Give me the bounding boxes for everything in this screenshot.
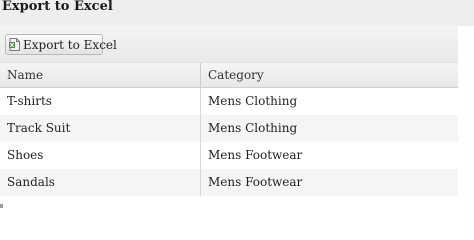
scrollbar-edge[interactable]: [0, 204, 3, 208]
toolbar: Export to Excel: [0, 26, 458, 64]
export-button-label: Export to Excel: [23, 38, 117, 52]
page-title: Export to Excel: [2, 0, 113, 14]
cell-name: Shoes: [0, 142, 201, 169]
column-header-name[interactable]: Name: [0, 63, 201, 87]
table-row[interactable]: T-shirts Mens Clothing: [0, 88, 458, 115]
cell-category: Mens Clothing: [208, 94, 298, 108]
data-grid: Name Category T-shirts Mens Clothing Tra…: [0, 62, 458, 196]
cell-category: Mens Footwear: [208, 148, 303, 162]
table-row[interactable]: Sandals Mens Footwear: [0, 169, 458, 196]
title-bar: Export to Excel: [0, 0, 474, 26]
grid-header-row: Name Category: [0, 62, 458, 88]
cell-name: Sandals: [0, 169, 201, 196]
excel-file-icon: [9, 38, 20, 51]
cell-category: Mens Clothing: [208, 121, 298, 135]
table-row[interactable]: Track Suit Mens Clothing: [0, 115, 458, 142]
export-to-excel-button[interactable]: Export to Excel: [5, 34, 117, 55]
column-header-category[interactable]: Category: [201, 63, 458, 87]
cell-category: Mens Footwear: [208, 175, 303, 189]
cell-name: T-shirts: [0, 88, 201, 115]
table-row[interactable]: Shoes Mens Footwear: [0, 142, 458, 169]
cell-name: Track Suit: [0, 115, 201, 142]
